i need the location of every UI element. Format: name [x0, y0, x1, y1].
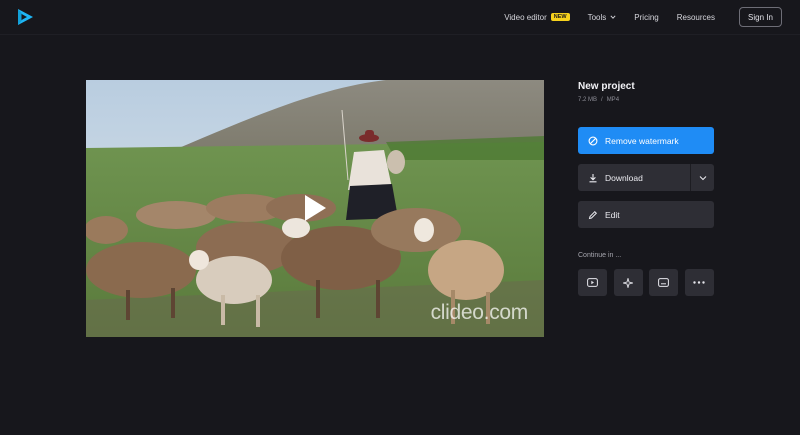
nav-tools[interactable]: Tools	[588, 13, 617, 22]
nav-video-editor[interactable]: Video editor NEW	[504, 12, 570, 22]
nav-pricing-label: Pricing	[634, 12, 659, 22]
play-triangle-logo-icon[interactable]	[16, 8, 34, 26]
sparkle-icon	[623, 277, 633, 288]
download-button[interactable]: Download	[578, 164, 714, 191]
continue-youtube-button[interactable]	[578, 269, 607, 296]
more-icon	[693, 281, 705, 284]
chevron-down-icon	[610, 15, 616, 19]
continue-ai-button[interactable]	[613, 269, 643, 296]
file-format: MP4	[606, 97, 620, 103]
nav-pricing[interactable]: Pricing	[634, 13, 658, 22]
edit-label: Edit	[605, 209, 620, 220]
top-header: Video editor NEW Tools Pricing Resources…	[0, 0, 800, 35]
nav-video-editor-label: Video editor	[504, 12, 547, 22]
project-title: New project	[578, 81, 635, 92]
clideo-watermark: clideo.com	[430, 301, 529, 324]
file-size: 7.2 MB	[578, 97, 598, 103]
nav-resources-label: Resources	[676, 12, 715, 22]
main-nav: Video editor NEW Tools Pricing Resources…	[504, 0, 800, 34]
continue-tools	[578, 269, 720, 296]
download-label: Download	[605, 172, 643, 183]
project-meta: 7.2 MB / MP4	[578, 97, 714, 103]
video-preview[interactable]: clideo.com	[86, 80, 544, 337]
subtitles-icon	[658, 278, 669, 287]
youtube-icon	[587, 278, 598, 287]
chevron-down-icon	[699, 175, 706, 180]
download-options-toggle[interactable]	[690, 164, 714, 191]
remove-watermark-label: Remove watermark	[605, 135, 679, 146]
project-panel: New project 7.2 MB / MP4 Remove watermark …	[578, 80, 714, 296]
nav-tools-label: Tools	[587, 12, 607, 22]
no-sign-icon	[588, 136, 598, 145]
continue-in-label: Continue in ...	[578, 252, 622, 259]
download-icon	[589, 173, 597, 182]
edit-button[interactable]: Edit	[578, 201, 714, 228]
nav-resources[interactable]: Resources	[677, 13, 715, 22]
continue-more-button[interactable]	[684, 269, 714, 296]
continue-subtitles-button[interactable]	[649, 269, 678, 296]
play-icon[interactable]	[303, 194, 327, 222]
remove-watermark-button[interactable]: Remove watermark	[578, 127, 714, 154]
pencil-icon	[588, 210, 598, 219]
sign-in-button[interactable]: Sign In	[739, 7, 782, 27]
meta-separator: /	[601, 97, 603, 103]
new-badge: NEW	[550, 13, 570, 21]
